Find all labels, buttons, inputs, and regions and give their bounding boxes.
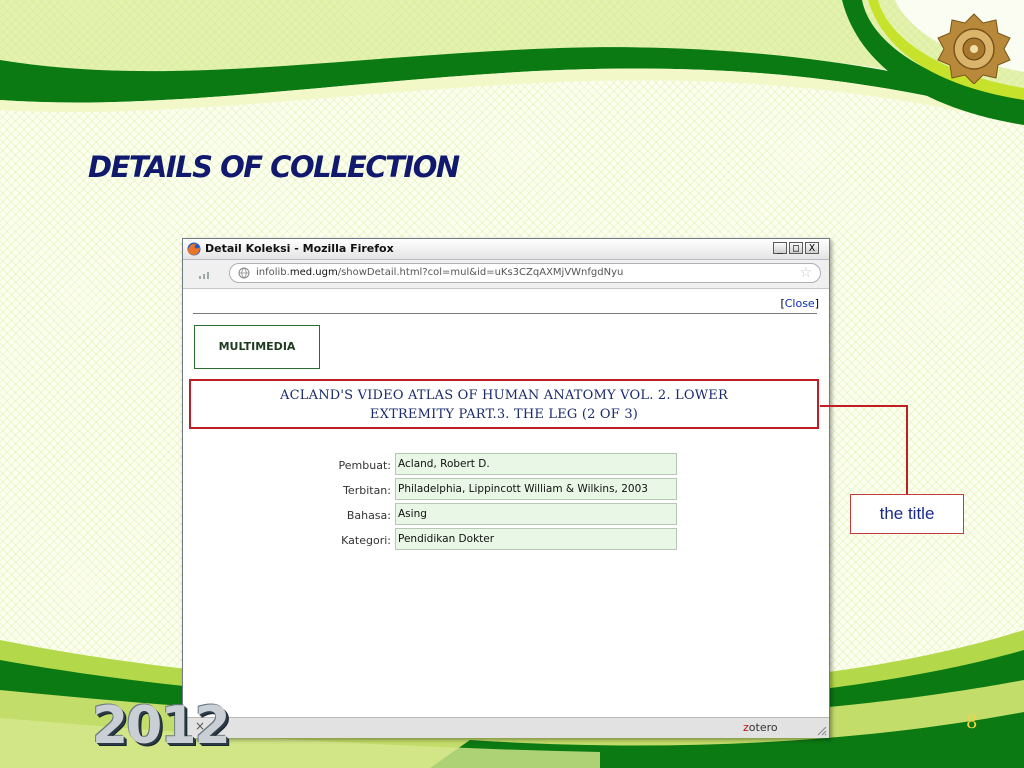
globe-icon <box>238 267 250 279</box>
university-seal-logo <box>937 13 1011 84</box>
close-window-button[interactable]: X <box>805 242 819 254</box>
url-host: med.ugm <box>289 267 338 278</box>
book-title-line-2: EXTREMITY PART.3. THE LEG (2 OF 3) <box>369 407 639 422</box>
resize-grip-icon[interactable] <box>817 726 827 736</box>
window-title: Detail Koleksi - Mozilla Firefox <box>205 242 394 255</box>
maximize-button[interactable]: □ <box>789 242 803 254</box>
url-prefix: infolib. <box>256 267 290 278</box>
year-label: 2012 <box>92 696 231 756</box>
firefox-icon <box>187 242 201 256</box>
close-bracket-end: ] <box>814 297 819 310</box>
zotero-button[interactable]: zotero <box>743 721 778 734</box>
browser-window: Detail Koleksi - Mozilla Firefox _ □ X i… <box>182 238 830 738</box>
status-bar: × zotero <box>183 717 829 738</box>
field-label-bahasa: Bahasa: <box>346 509 391 522</box>
field-value-terbitan: Philadelphia, Lippincott William & Wilki… <box>395 478 677 500</box>
field-label-terbitan: Terbitan: <box>343 484 391 497</box>
field-value-bahasa: Asing <box>395 503 677 525</box>
callout-label: the title <box>850 494 964 534</box>
window-titlebar[interactable]: Detail Koleksi - Mozilla Firefox _ □ X <box>183 239 829 260</box>
address-bar-area: infolib.med.ugm/showDetail.html?col=mul&… <box>183 260 829 289</box>
bookmark-star-icon[interactable]: ☆ <box>799 265 812 281</box>
field-label-kategori: Kategori: <box>341 534 391 547</box>
url-input[interactable]: infolib.med.ugm/showDetail.html?col=mul&… <box>229 263 821 283</box>
url-text: infolib.med.ugm/showDetail.html?col=mul&… <box>256 267 623 278</box>
field-value-kategori: Pendidikan Dokter <box>395 528 677 550</box>
slide-title: DETAILS OF COLLECTION <box>88 150 460 184</box>
category-tab[interactable]: MULTIMEDIA <box>194 325 320 369</box>
close-link-wrapper: [Close] <box>780 297 819 310</box>
book-title-line-1: ACLAND'S VIDEO ATLAS OF HUMAN ANATOMY VO… <box>280 388 728 403</box>
minimize-button[interactable]: _ <box>773 242 787 254</box>
signal-icon <box>199 272 209 279</box>
close-link[interactable]: Close <box>785 297 815 310</box>
book-title: ACLAND'S VIDEO ATLAS OF HUMAN ANATOMY VO… <box>189 379 819 429</box>
divider <box>193 313 817 314</box>
url-path: /showDetail.html?col=mul&id=uKs3CZqAXMjV… <box>337 267 624 278</box>
page-number: 8 <box>966 712 978 733</box>
field-value-pembuat: Acland, Robert D. <box>395 453 677 475</box>
field-label-pembuat: Pembuat: <box>338 459 391 472</box>
